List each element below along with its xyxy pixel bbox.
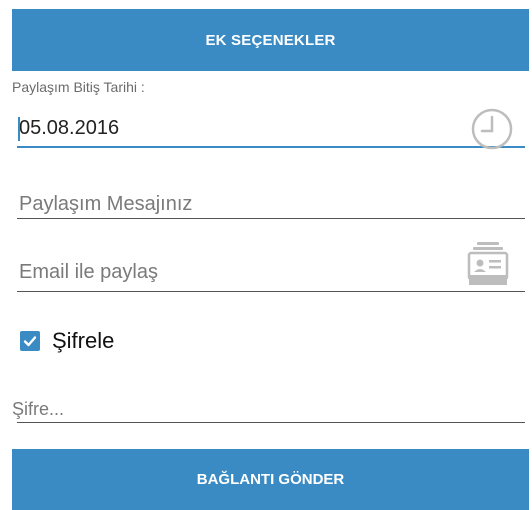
password-input[interactable] (12, 394, 462, 424)
email-share-field[interactable] (17, 257, 525, 295)
email-share-input[interactable] (17, 257, 469, 287)
password-underline (17, 422, 525, 423)
contacts-icon[interactable] (464, 239, 512, 291)
expiry-date-label: Paylaşım Bitiş Tarihi : (12, 79, 145, 95)
expiry-date-underline (17, 146, 525, 148)
text-cursor (18, 117, 20, 141)
share-options-screen: EK SEÇENEKLER Paylaşım Bitiş Tarihi : 05… (0, 0, 532, 510)
encrypt-checkbox[interactable] (20, 331, 40, 351)
share-message-underline (17, 218, 525, 219)
encrypt-checkbox-row[interactable]: Şifrele (20, 326, 114, 356)
encrypt-label: Şifrele (52, 328, 115, 353)
extra-options-button[interactable]: EK SEÇENEKLER (12, 9, 529, 71)
share-message-field[interactable] (17, 189, 525, 221)
clock-icon[interactable] (470, 107, 514, 151)
expiry-date-field[interactable] (17, 113, 525, 149)
checkmark-icon (23, 336, 37, 347)
email-share-underline (17, 291, 525, 292)
expiry-date-input[interactable] (17, 113, 469, 143)
share-message-input[interactable] (17, 189, 469, 219)
send-link-button[interactable]: BAĞLANTI GÖNDER (12, 449, 529, 510)
password-field[interactable] (12, 394, 525, 426)
